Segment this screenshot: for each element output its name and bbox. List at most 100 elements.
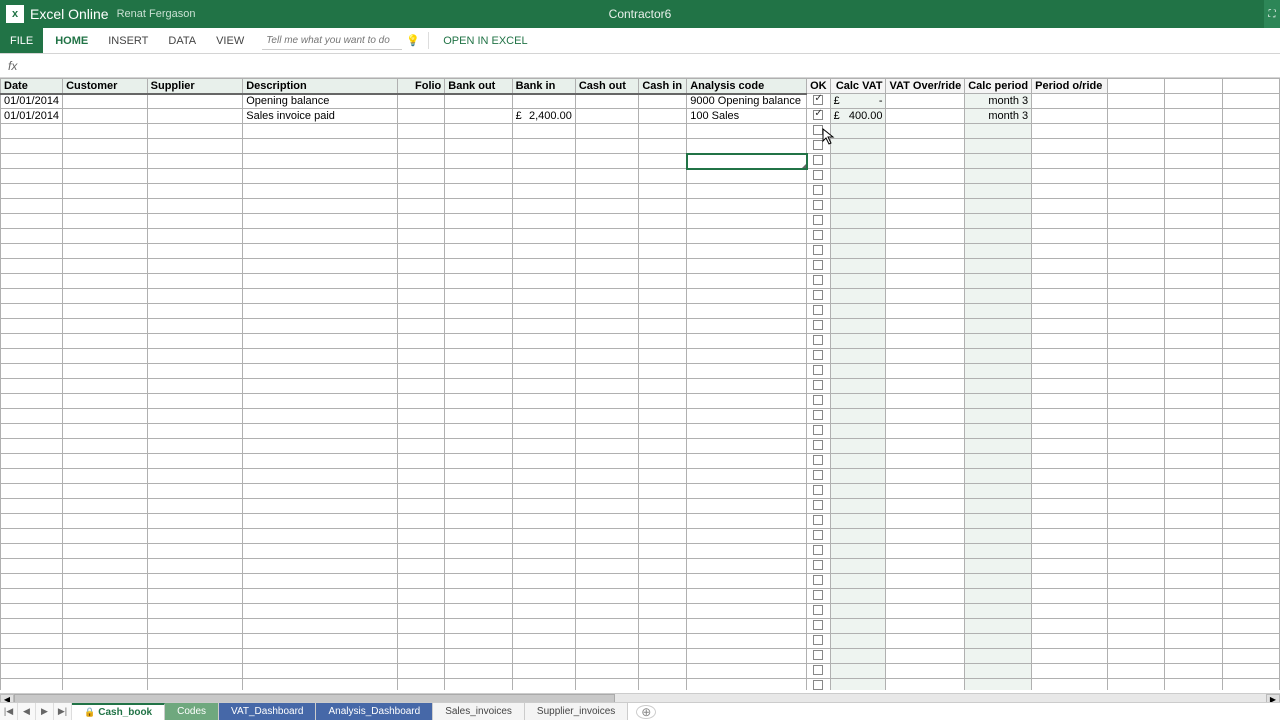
cell[interactable] [512,439,575,454]
cell[interactable] [639,94,687,109]
cell[interactable] [639,379,687,394]
cell[interactable] [965,304,1032,319]
cell[interactable] [830,154,886,169]
cell[interactable] [445,454,512,469]
cell[interactable] [886,184,965,199]
cell[interactable] [1222,484,1279,499]
cell[interactable] [886,154,965,169]
cell[interactable] [445,274,512,289]
cell[interactable] [243,289,398,304]
cell[interactable] [886,289,965,304]
checkbox-icon[interactable] [813,545,823,555]
cell[interactable] [1,199,63,214]
cell[interactable] [1,574,63,589]
cell[interactable] [830,514,886,529]
cell[interactable] [63,214,148,229]
cell[interactable] [1108,514,1165,529]
cell[interactable] [1108,664,1165,679]
cell[interactable] [1108,169,1165,184]
cell[interactable] [830,184,886,199]
cell[interactable] [445,484,512,499]
cell[interactable] [830,499,886,514]
sheet-tab-supplier_invoices[interactable]: Supplier_invoices [525,703,628,720]
cell[interactable] [1032,559,1108,574]
cell[interactable] [1032,514,1108,529]
cell[interactable] [886,514,965,529]
cell[interactable] [1222,289,1279,304]
cell[interactable] [807,619,831,634]
cell[interactable] [1,214,63,229]
cell[interactable] [243,214,398,229]
cell-empty[interactable] [1108,79,1165,94]
cell[interactable] [1222,529,1279,544]
cell[interactable] [1108,259,1165,274]
cell[interactable] [63,334,148,349]
cell[interactable] [830,544,886,559]
cell[interactable] [639,304,687,319]
cell[interactable] [807,274,831,289]
cell[interactable] [63,439,148,454]
cell[interactable] [398,664,445,679]
cell[interactable] [147,379,243,394]
cell[interactable] [1108,229,1165,244]
cell[interactable] [687,289,807,304]
cell[interactable] [147,109,243,124]
cell[interactable] [512,349,575,364]
cell[interactable] [830,649,886,664]
cell[interactable] [1108,409,1165,424]
cell[interactable]: month 3 [965,109,1032,124]
checkbox-icon[interactable] [813,200,823,210]
column-header-date[interactable]: Date [1,79,63,94]
cell[interactable] [398,514,445,529]
cell[interactable] [1,649,63,664]
cell[interactable] [965,589,1032,604]
cell[interactable] [398,169,445,184]
cell[interactable] [445,394,512,409]
cell[interactable] [575,109,638,124]
cell[interactable] [639,484,687,499]
cell[interactable] [687,634,807,649]
cell[interactable] [807,304,831,319]
cell[interactable] [575,289,638,304]
cell[interactable] [830,619,886,634]
cell[interactable] [1165,514,1222,529]
cell[interactable] [965,469,1032,484]
cell[interactable] [807,529,831,544]
cell[interactable] [687,469,807,484]
cell[interactable] [965,649,1032,664]
checkbox-icon[interactable] [813,185,823,195]
cell[interactable] [63,379,148,394]
cell[interactable] [512,604,575,619]
cell[interactable] [445,589,512,604]
cell[interactable] [63,649,148,664]
cell[interactable] [639,679,687,691]
checkbox-icon[interactable] [813,665,823,675]
cell[interactable] [1165,124,1222,139]
cell[interactable] [575,364,638,379]
cell[interactable] [445,634,512,649]
cell[interactable] [147,304,243,319]
cell[interactable] [1165,589,1222,604]
cell[interactable] [1165,229,1222,244]
cell[interactable] [1108,94,1165,109]
cell[interactable] [243,634,398,649]
cell[interactable] [63,349,148,364]
cell[interactable] [965,454,1032,469]
cell[interactable] [147,334,243,349]
cell[interactable] [147,559,243,574]
checkbox-icon[interactable] [813,515,823,525]
cell[interactable] [639,229,687,244]
cell[interactable] [830,409,886,424]
cell[interactable] [807,154,831,169]
cell[interactable] [886,199,965,214]
cell[interactable] [886,274,965,289]
cell[interactable]: Sales invoice paid [243,109,398,124]
cell[interactable] [1108,244,1165,259]
cell[interactable] [445,334,512,349]
cell[interactable] [445,349,512,364]
cell[interactable] [147,184,243,199]
cell[interactable] [1222,379,1279,394]
cell[interactable] [830,304,886,319]
cell[interactable] [512,394,575,409]
cell[interactable] [445,604,512,619]
